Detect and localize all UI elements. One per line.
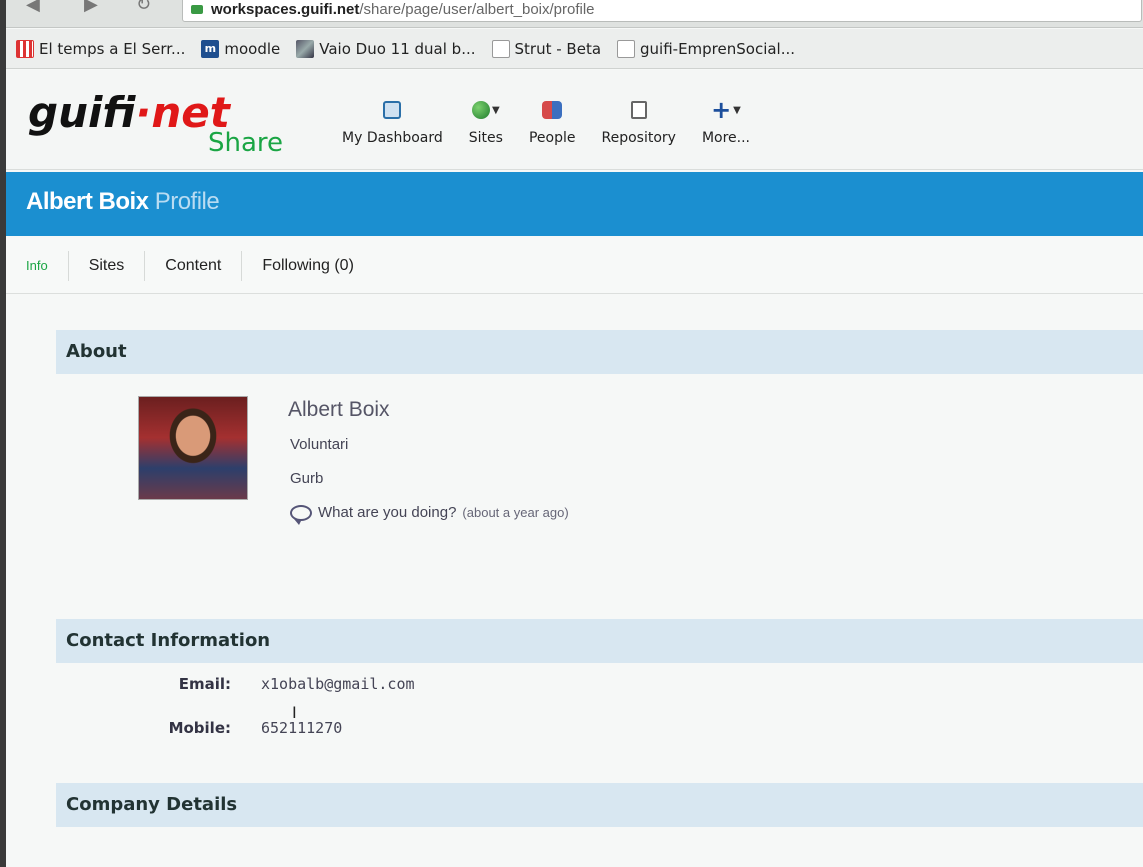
nav-label: People [528,130,576,146]
reload-icon[interactable]: ↻ [136,0,151,15]
contact-section: Email: x1obalb@gmail.com Mobile: 6521112… [56,663,1143,783]
image-thumb-icon [296,39,315,58]
url-host: workspaces.guifi.net [211,1,360,18]
top-navigation: My Dashboard ▼ Sites People Repository +… [342,96,750,146]
document-icon [617,39,636,58]
bookmark-vaio[interactable]: Vaio Duo 11 dual b... [296,39,476,58]
logo-dot: · [135,88,152,137]
bookmark-label: Vaio Duo 11 dual b... [319,39,476,58]
plus-icon: + [711,96,732,124]
email-label: Email: [178,675,231,693]
nav-label: My Dashboard [342,130,443,146]
secure-lock-icon [191,5,203,14]
people-icon [542,101,563,119]
url-input[interactable]: workspaces.guifi.net/share/page/user/alb… [182,0,1142,22]
bookmark-label: guifi-EmprenSocial... [640,39,796,58]
nav-label: More... [701,130,750,146]
dashboard-icon [383,101,402,119]
status-time: (about a year ago) [462,505,569,520]
mobile-row: Mobile: 652111270 [56,719,343,737]
page-title: Albert Boix Profile [6,172,1143,236]
profile-location: Gurb [290,470,324,487]
nav-repository[interactable]: Repository [601,96,676,146]
chevron-down-icon: ▼ [492,104,500,116]
document-icon [491,39,510,58]
weather-icon [16,39,34,58]
nav-sites[interactable]: ▼ Sites [469,96,503,146]
address-bar-area: ◀ ▶ ↻ workspaces.guifi.net/share/page/us… [6,0,1143,28]
nav-my-dashboard[interactable]: My Dashboard [342,96,443,146]
bookmark-label: El temps a El Serr... [39,39,186,58]
globe-icon [472,101,491,119]
nav-label: Repository [601,130,676,146]
tab-following[interactable]: Following (0) [242,251,374,281]
profile-content: About Albert Boix Voluntari Gurb What ar… [56,330,1143,827]
logo-guifi: guifi [28,88,136,137]
repository-icon [630,101,647,119]
status-update[interactable]: What are you doing? (about a year ago) [290,504,569,525]
page-title-suffix: Profile [154,188,220,215]
page-title-name: Albert Boix [26,188,149,215]
chevron-down-icon: ▼ [733,104,741,116]
bookmarks-bar: El temps a El Serr... m moodle Vaio Duo 1… [6,29,1143,69]
contact-heading: Contact Information [56,619,1143,663]
profile-name: Albert Boix [288,398,390,421]
site-header: guifi·net Share My Dashboard ▼ Sites Peo… [6,70,1143,170]
avatar[interactable] [138,396,248,500]
about-section: Albert Boix Voluntari Gurb What are you … [56,374,1143,619]
email-value[interactable]: x1obalb@gmail.com [261,675,415,693]
tab-content[interactable]: Content [145,250,243,281]
text-cursor-icon: I [292,703,297,722]
company-heading: Company Details [56,783,1143,827]
mobile-value: 652111270 [261,719,343,737]
guifi-share-logo[interactable]: guifi·net Share [28,88,328,158]
about-heading: About [56,330,1143,374]
back-icon[interactable]: ◀ [26,0,40,15]
speech-bubble-icon [290,504,312,525]
logo-share: Share [208,128,284,158]
bookmark-guifi-emprensocial[interactable]: guifi-EmprenSocial... [617,39,796,58]
status-text: What are you doing? [318,504,457,521]
email-row: Email: x1obalb@gmail.com [56,675,415,693]
bookmark-label: Strut - Beta [514,39,602,58]
bookmark-strut[interactable]: Strut - Beta [491,39,602,58]
nav-more[interactable]: + ▼ More... [702,96,750,146]
url-path: /share/page/user/albert_boix/profile [359,1,595,18]
nav-label: Sites [468,130,503,146]
mobile-label: Mobile: [168,719,231,737]
moodle-icon: m [201,39,220,58]
profile-tabs: Info Sites Content Following (0) [6,238,1143,294]
forward-icon[interactable]: ▶ [84,0,98,15]
bookmark-moodle[interactable]: m moodle [201,39,281,58]
tab-sites[interactable]: Sites [69,250,146,281]
bookmark-eltemps[interactable]: El temps a El Serr... [16,39,186,58]
nav-people[interactable]: People [528,96,576,146]
browser-window: ◀ ▶ ↻ workspaces.guifi.net/share/page/us… [6,0,1143,867]
tab-info[interactable]: Info [20,250,69,281]
bookmark-label: moodle [224,39,281,58]
profile-role: Voluntari [290,436,349,453]
